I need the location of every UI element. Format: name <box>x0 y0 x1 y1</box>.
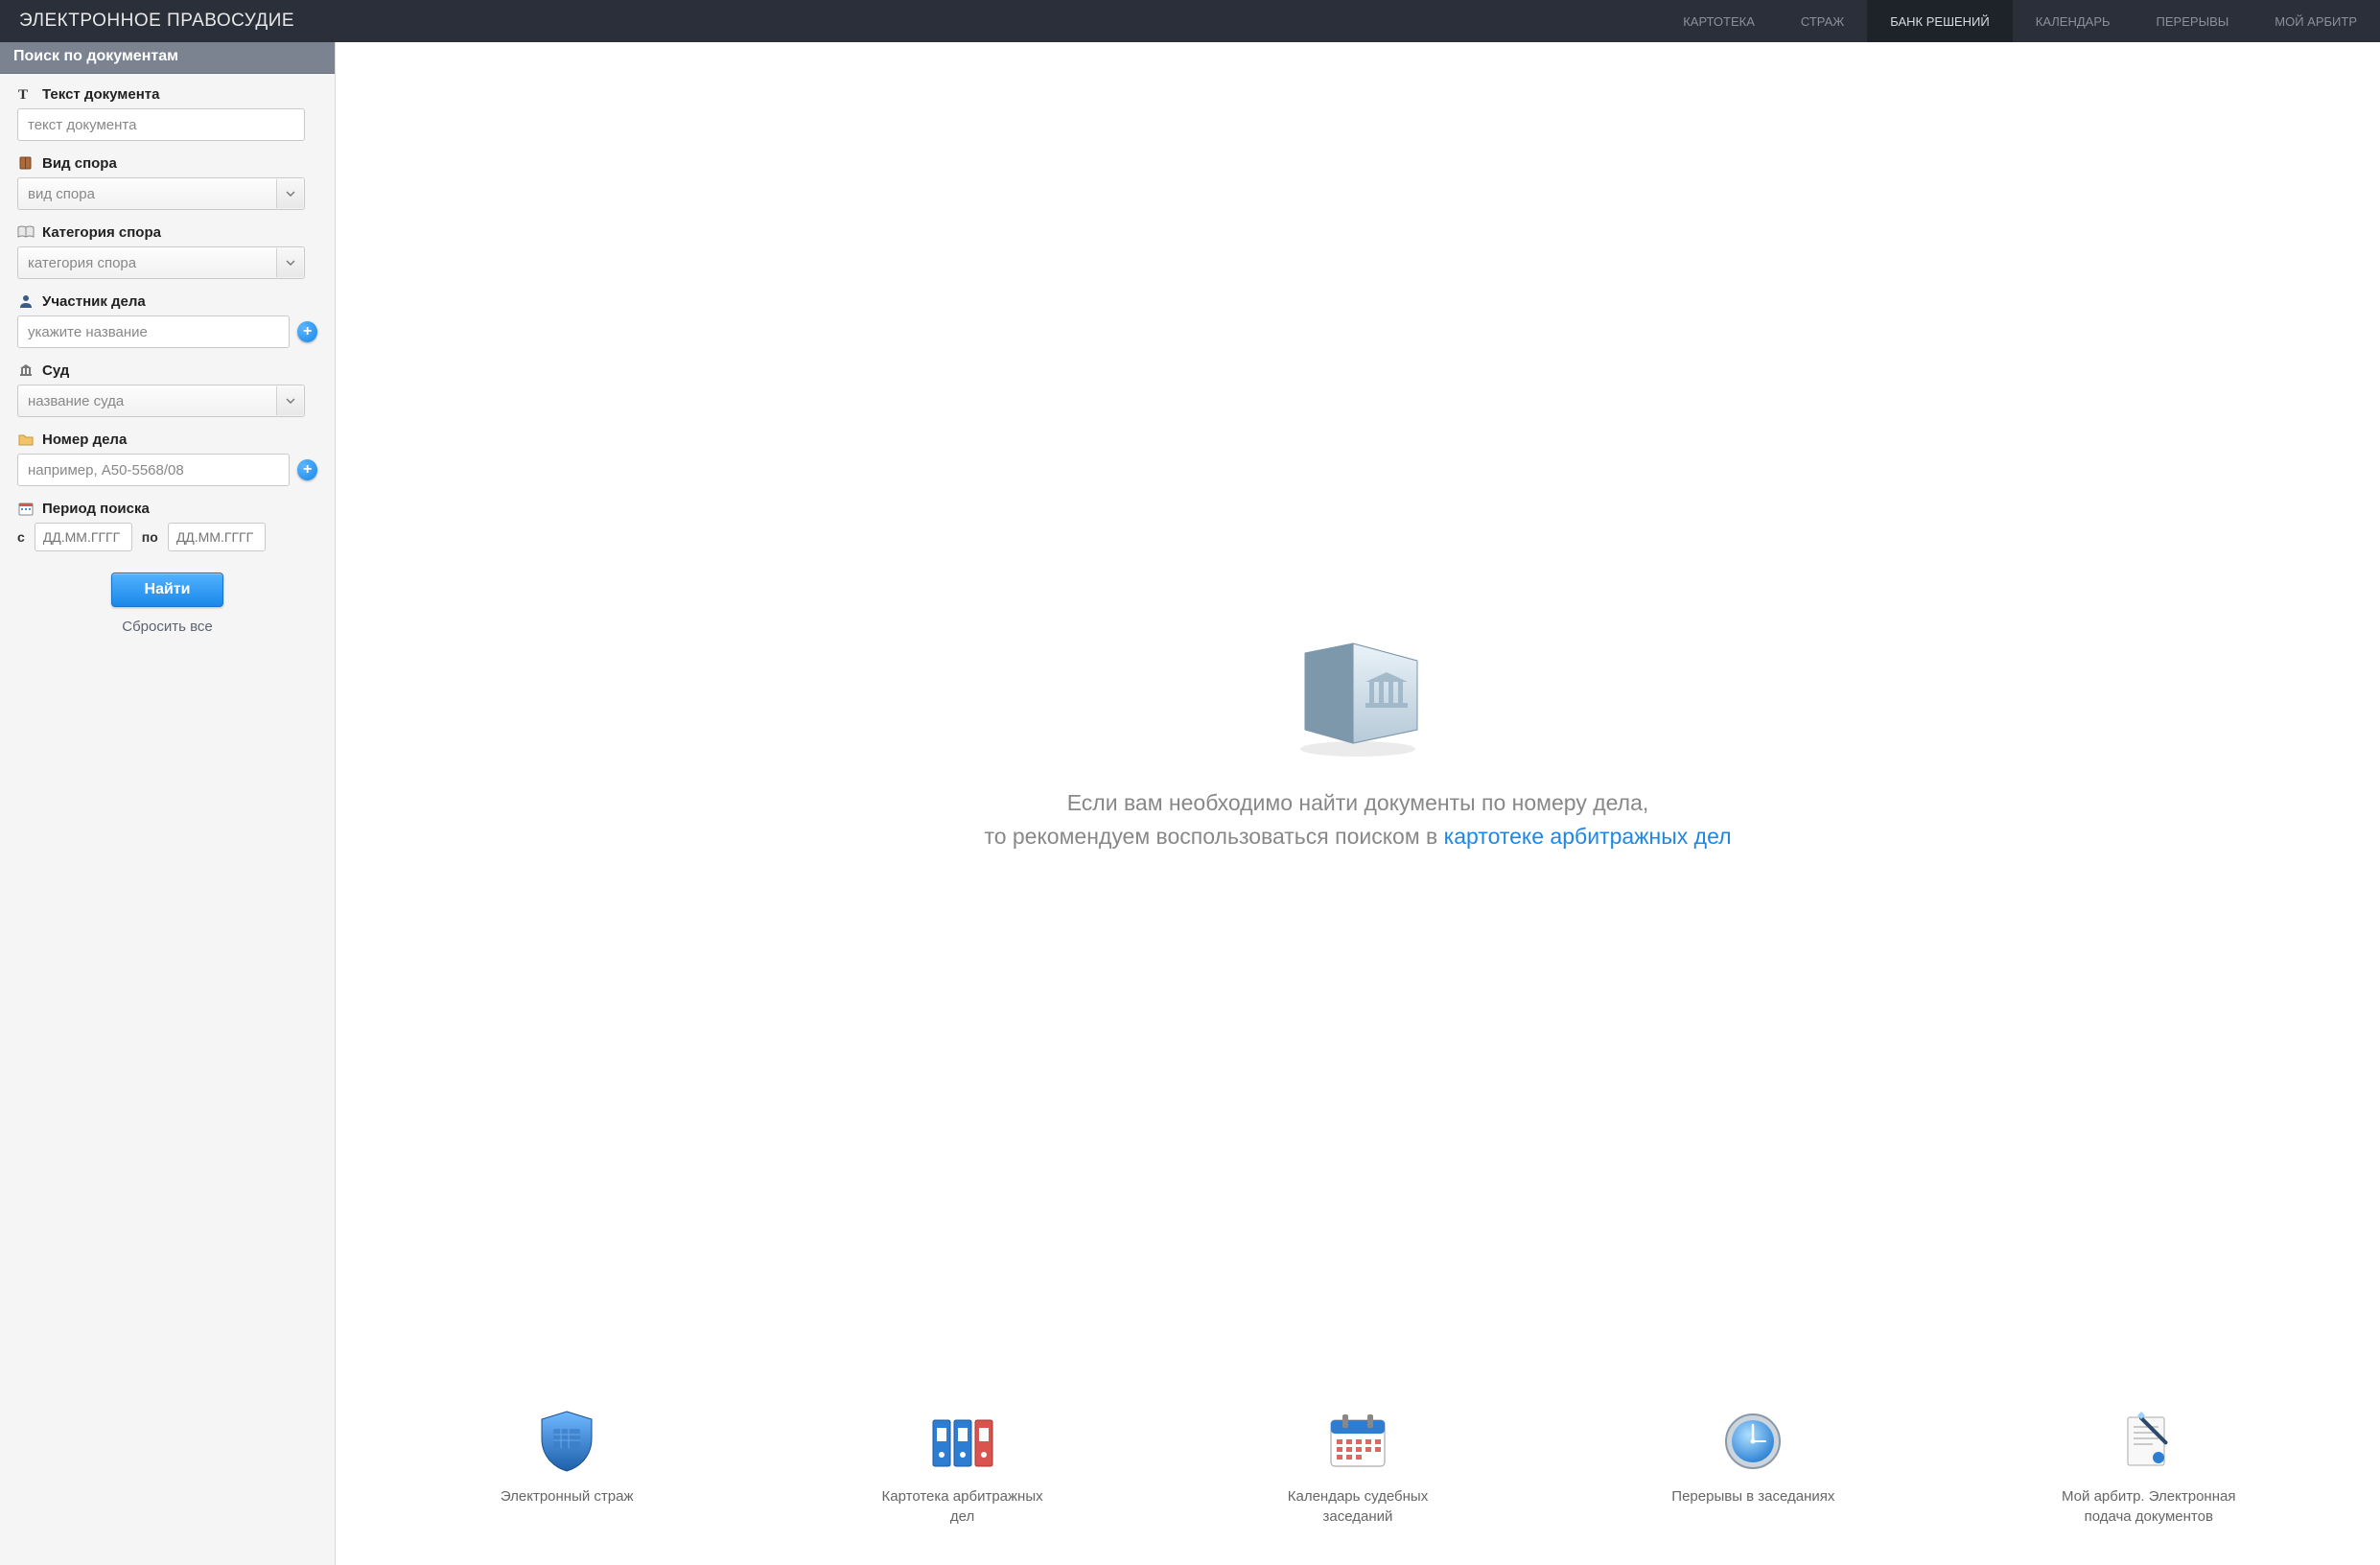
tile-strazh[interactable]: Электронный страж <box>476 1408 658 1527</box>
nav-strazh[interactable]: СТРАЖ <box>1778 0 1867 42</box>
text-icon: T <box>17 85 35 103</box>
top-nav: КАРТОТЕКА СТРАЖ БАНК РЕШЕНИЙ КАЛЕНДАРЬ П… <box>1660 0 2380 42</box>
chevron-down-icon <box>276 179 303 208</box>
nav-kalendar[interactable]: КАЛЕНДАРЬ <box>2013 0 2134 42</box>
dispute-type-select[interactable]: вид спора <box>17 177 305 210</box>
hero-line1: Если вам необходимо найти документы по н… <box>984 786 1731 820</box>
nav-kartoteka[interactable]: КАРТОТЕКА <box>1660 0 1778 42</box>
search-button[interactable]: Найти <box>111 572 224 607</box>
tile-moy-arbitr[interactable]: Мой арбитр. Электронная подача документо… <box>2058 1408 2240 1527</box>
tile-label: Календарь судебных заседаний <box>1267 1486 1449 1527</box>
tile-label: Перерывы в заседаниях <box>1662 1486 1844 1507</box>
add-participant-button[interactable]: + <box>297 321 317 342</box>
hero-section: Если вам необходимо найти документы по н… <box>364 81 2351 1398</box>
document-wand-icon <box>2058 1408 2240 1475</box>
calendar-icon <box>17 500 35 517</box>
tile-kalendar[interactable]: Календарь судебных заседаний <box>1267 1408 1449 1527</box>
open-book-icon <box>17 223 35 241</box>
nav-pereryvy[interactable]: ПЕРЕРЫВЫ <box>2134 0 2252 42</box>
hero-link-kartoteka[interactable]: картотеке арбитражных дел <box>1444 824 1732 849</box>
date-from-input[interactable] <box>35 523 132 551</box>
folder-court-icon <box>1281 626 1435 763</box>
calendar-large-icon <box>1267 1408 1449 1475</box>
dispute-category-select[interactable]: категория спора <box>17 246 305 279</box>
tile-label: Электронный страж <box>476 1486 658 1507</box>
court-label: Суд <box>42 362 69 379</box>
reset-link[interactable]: Сбросить все <box>17 619 317 635</box>
shield-icon <box>476 1408 658 1475</box>
court-icon <box>17 362 35 379</box>
doc-text-input[interactable] <box>17 108 305 141</box>
tile-pereryvy[interactable]: Перерывы в заседаниях <box>1662 1408 1844 1527</box>
brand-title: ЭЛЕКТРОННОЕ ПРАВОСУДИЕ <box>0 11 314 32</box>
binders-icon <box>872 1408 1054 1475</box>
period-to-label: по <box>142 529 158 545</box>
dispute-category-label: Категория спора <box>42 224 161 241</box>
search-sidebar: Поиск по документам T Текст документа Ви… <box>0 42 336 1565</box>
dispute-type-label: Вид спора <box>42 155 117 172</box>
case-number-label: Номер дела <box>42 432 127 448</box>
case-number-input[interactable] <box>17 454 290 486</box>
person-icon <box>17 292 35 310</box>
chevron-down-icon <box>276 386 303 415</box>
folder-icon <box>17 431 35 448</box>
tile-label: Картотека арбитражных дел <box>872 1486 1054 1527</box>
participant-input[interactable] <box>17 315 290 348</box>
add-case-number-button[interactable]: + <box>297 459 317 480</box>
svg-text:T: T <box>18 87 28 102</box>
nav-moy-arbitr[interactable]: МОЙ АРБИТР <box>2252 0 2380 42</box>
chevron-down-icon <box>276 248 303 277</box>
period-from-label: с <box>17 529 25 545</box>
participant-label: Участник дела <box>42 293 146 310</box>
clock-icon <box>1662 1408 1844 1475</box>
date-to-input[interactable] <box>168 523 266 551</box>
sidebar-title: Поиск по документам <box>0 42 335 74</box>
main-content: Если вам необходимо найти документы по н… <box>336 42 2380 1565</box>
doc-text-label: Текст документа <box>42 86 159 103</box>
court-select[interactable]: название суда <box>17 385 305 417</box>
nav-bank-resheniy[interactable]: БАНК РЕШЕНИЙ <box>1867 0 2013 42</box>
service-tiles: Электронный страж Картотека арбитражных … <box>364 1398 2351 1527</box>
book-icon <box>17 154 35 172</box>
tile-kartoteka[interactable]: Картотека арбитражных дел <box>872 1408 1054 1527</box>
period-label: Период поиска <box>42 501 150 517</box>
header: ЭЛЕКТРОННОЕ ПРАВОСУДИЕ КАРТОТЕКА СТРАЖ Б… <box>0 0 2380 42</box>
tile-label: Мой арбитр. Электронная подача документо… <box>2058 1486 2240 1527</box>
hero-line2-prefix: то рекомендуем воспользоваться поиском в <box>984 824 1443 849</box>
